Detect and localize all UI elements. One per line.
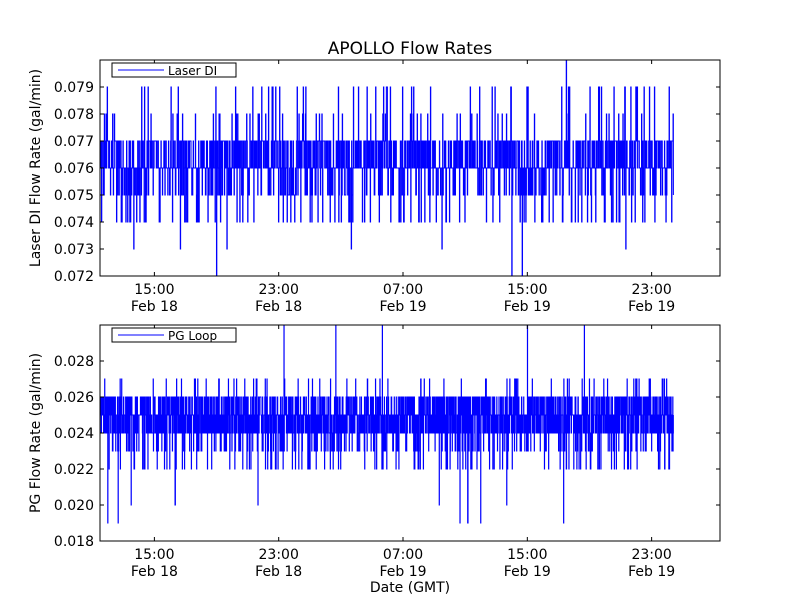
x-tick-time-label: 15:00 [507, 547, 547, 563]
x-tick-date-label: Feb 18 [131, 564, 178, 580]
y-tick-label: 0.026 [54, 390, 94, 406]
y-tick-label: 0.022 [54, 462, 94, 478]
y-tick-label: 0.018 [54, 534, 94, 550]
legend: Laser DI [111, 62, 237, 78]
x-tick-time-label: 15:00 [134, 282, 174, 298]
y-tick-label: 0.078 [54, 107, 94, 123]
figure-title: APOLLO Flow Rates [328, 39, 493, 59]
x-tick-date-label: Feb 19 [504, 564, 551, 580]
x-axis-label: Date (GMT) [370, 580, 450, 596]
y-axis-label: Laser DI Flow Rate (gal/min) [28, 69, 44, 267]
x-tick-date-label: Feb 19 [504, 299, 551, 315]
x-tick-time-label: 15:00 [134, 547, 174, 563]
x-tick-date-label: Feb 18 [131, 299, 178, 315]
y-tick-label: 0.074 [54, 215, 94, 231]
y-tick-label: 0.072 [54, 269, 94, 285]
x-tick-time-label: 23:00 [259, 547, 299, 563]
x-tick-time-label: 23:00 [631, 547, 671, 563]
x-tick-date-label: Feb 19 [628, 564, 675, 580]
x-tick-date-label: Feb 19 [628, 299, 675, 315]
x-tick-time-label: 07:00 [383, 547, 423, 563]
x-tick-date-label: Feb 19 [379, 564, 426, 580]
y-tick-label: 0.076 [54, 161, 94, 177]
y-tick-label: 0.075 [54, 188, 94, 204]
x-tick-time-label: 23:00 [631, 282, 671, 298]
legend-label: Laser DI [168, 64, 217, 78]
x-tick-date-label: Feb 19 [379, 299, 426, 315]
figure: APOLLO Flow Rates 0.072 0.073 0.074 0.075 0.… [0, 0, 800, 600]
y-tick-label: 0.073 [54, 242, 94, 258]
y-axis-label: PG Flow Rate (gal/min) [28, 353, 44, 513]
x-tick-date-label: Feb 18 [255, 299, 302, 315]
y-tick-label: 0.020 [54, 498, 94, 514]
y-tick-label: 0.079 [54, 80, 94, 96]
x-tick-time-label: 15:00 [507, 282, 547, 298]
y-tick-label: 0.077 [54, 134, 94, 150]
y-tick-label: 0.028 [54, 354, 94, 370]
y-tick-label: 0.024 [54, 426, 94, 442]
x-tick-time-label: 23:00 [259, 282, 299, 298]
x-tick-date-label: Feb 18 [255, 564, 302, 580]
legend: PG Loop [111, 327, 237, 343]
legend-label: PG Loop [168, 329, 217, 343]
x-tick-time-label: 07:00 [383, 282, 423, 298]
